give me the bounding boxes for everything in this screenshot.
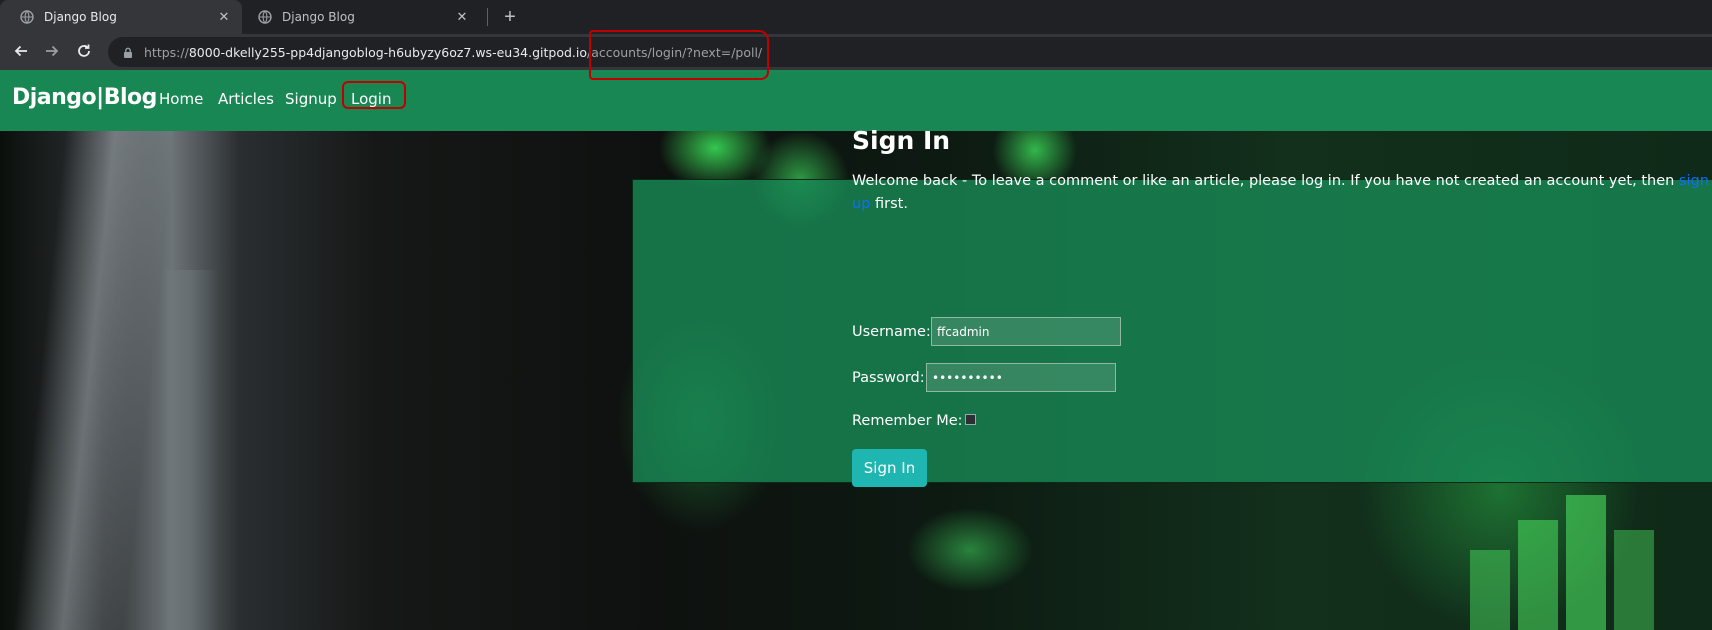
close-icon[interactable]: ✕ [454, 9, 470, 25]
username-label: Username: [852, 324, 931, 340]
url-scheme: https:// [144, 44, 189, 60]
signin-button[interactable]: Sign In [852, 449, 927, 487]
tab-django-blog-1[interactable]: Django Blog ✕ [0, 0, 242, 34]
close-icon[interactable]: ✕ [216, 9, 232, 25]
welcome-message: Welcome back - To leave a comment or lik… [852, 170, 1712, 216]
tab-title: Django Blog [282, 10, 355, 24]
background-bars [1470, 495, 1654, 630]
tab-django-blog-2[interactable]: Django Blog ✕ [238, 0, 480, 34]
nav-home-link[interactable]: Home [159, 90, 203, 108]
back-arrow-icon[interactable] [9, 39, 33, 63]
nav-signup-link[interactable]: Signup [285, 90, 337, 108]
background-streak [160, 270, 220, 630]
tab-separator [487, 8, 488, 26]
signin-heading: Sign In [852, 126, 951, 155]
signin-panel [632, 179, 1712, 483]
tab-title: Django Blog [44, 10, 117, 24]
url-host: 8000-dkelly255-pp4djangoblog-h6ubyzy6oz7… [188, 44, 587, 60]
welcome-end: first. [870, 196, 908, 212]
browser-toolbar: https://8000-dkelly255-pp4djangoblog-h6u… [0, 34, 1712, 70]
address-bar[interactable]: https://8000-dkelly255-pp4djangoblog-h6u… [108, 37, 1712, 67]
remember-me-label: Remember Me: [852, 413, 963, 429]
username-input[interactable]: ffcadmin [931, 317, 1121, 346]
brand-logo[interactable]: Django|Blog [12, 85, 157, 110]
new-tab-icon[interactable]: + [498, 5, 522, 29]
reload-icon[interactable] [72, 39, 96, 63]
site-navbar: Django|Blog Home Articles Signup Login [0, 70, 1712, 131]
welcome-text: Welcome back - To leave a comment or lik… [852, 173, 1679, 189]
password-label: Password: [852, 370, 925, 386]
nav-articles-link[interactable]: Articles [218, 90, 274, 108]
lock-icon [122, 46, 134, 58]
annotation-circle-url [589, 30, 769, 80]
remember-me-checkbox[interactable] [965, 414, 976, 425]
annotation-circle-login [342, 81, 406, 109]
globe-icon [258, 10, 272, 24]
tab-strip: Django Blog ✕ Django Blog ✕ + [0, 0, 1712, 34]
password-input[interactable]: •••••••••• [926, 363, 1116, 392]
forward-arrow-icon[interactable] [40, 39, 64, 63]
globe-icon [20, 10, 34, 24]
